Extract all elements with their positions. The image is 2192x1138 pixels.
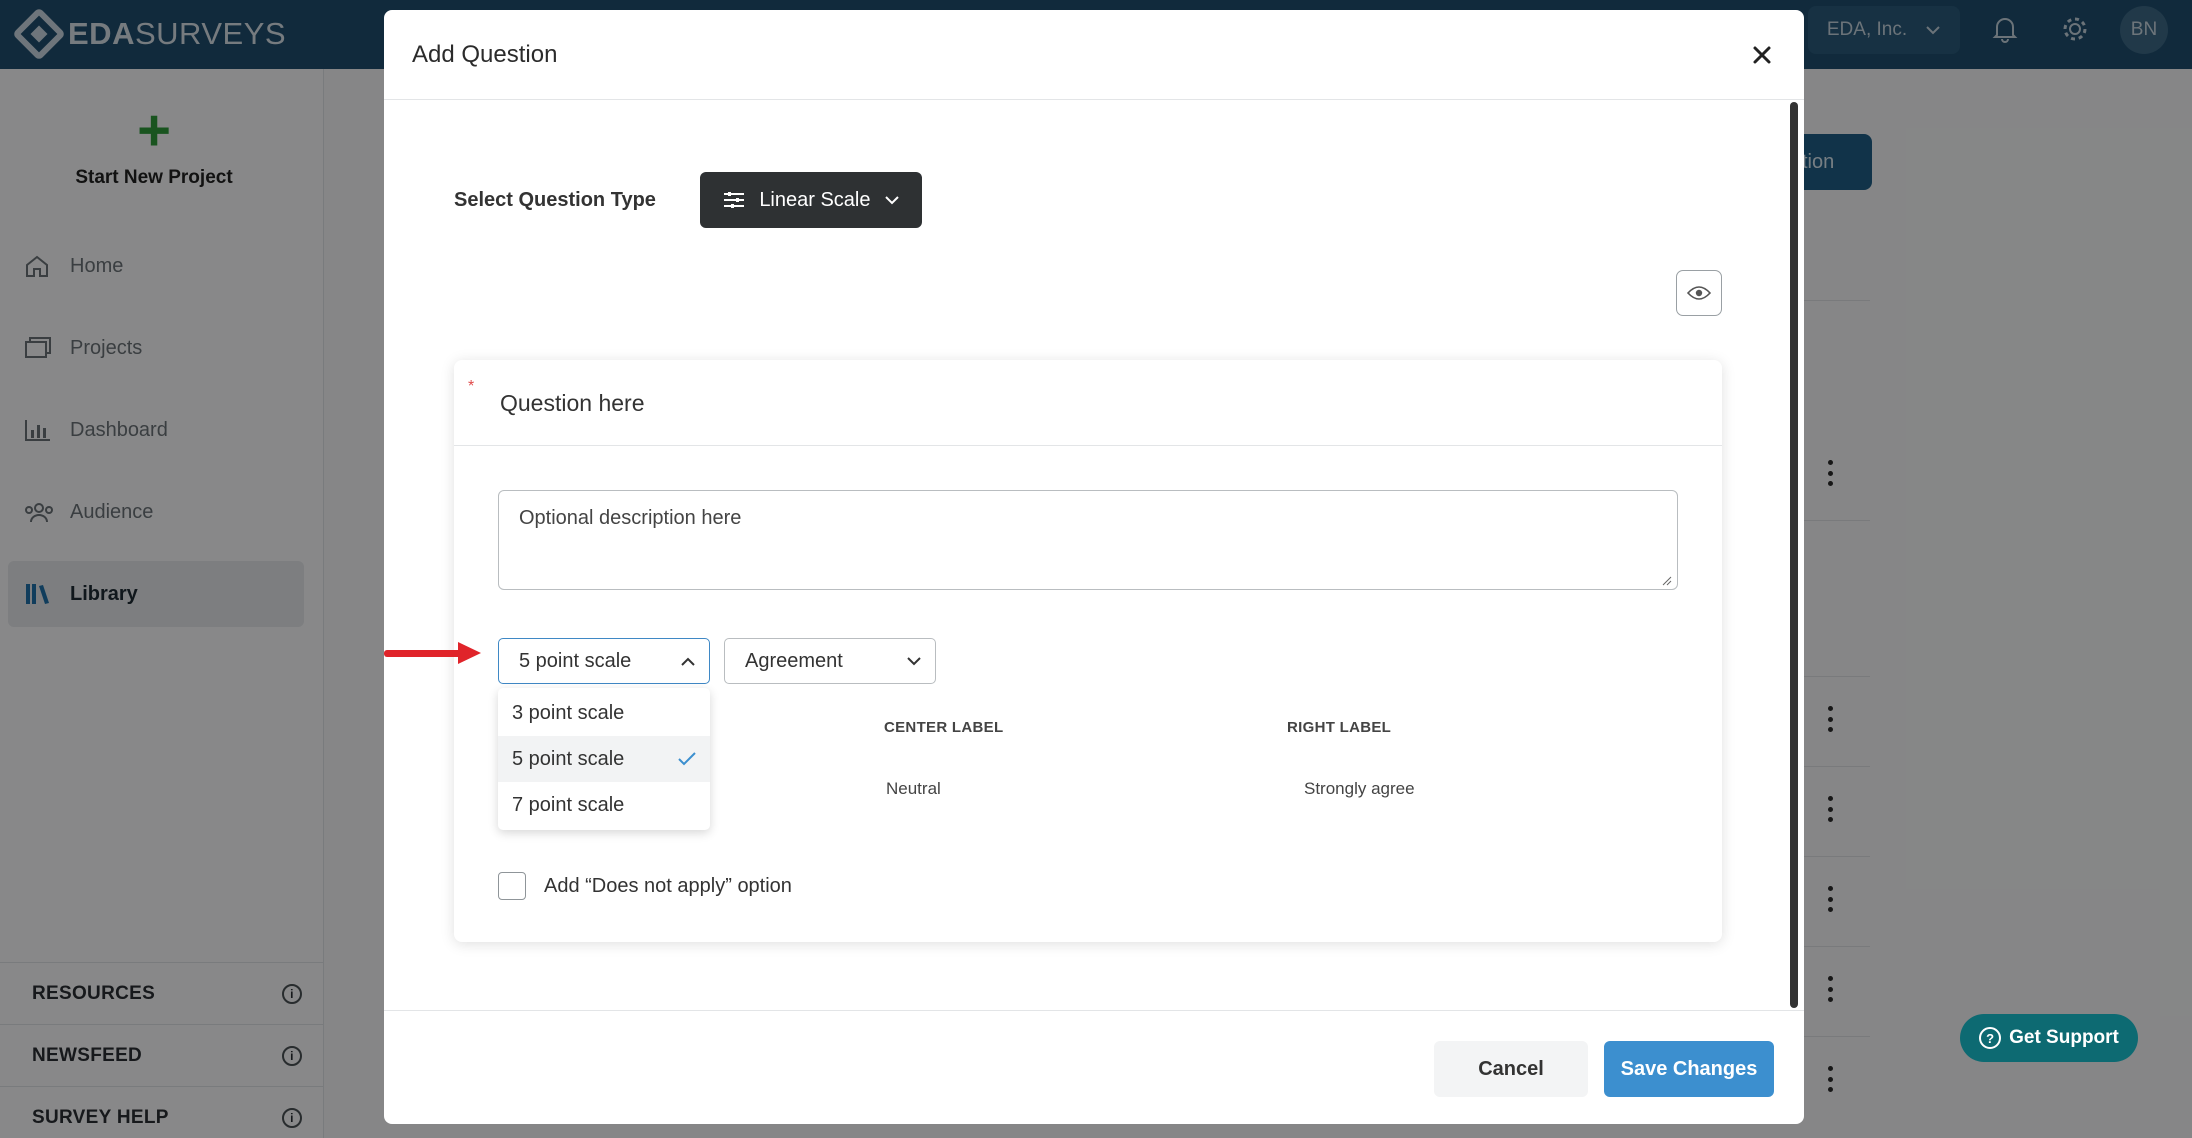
- modal-header: Add Question: [384, 10, 1804, 100]
- option-label: 7 point scale: [512, 793, 625, 816]
- does-not-apply-label: Add “Does not apply” option: [544, 874, 792, 897]
- cancel-button[interactable]: Cancel: [1434, 1041, 1588, 1097]
- sliders-icon: [724, 192, 745, 208]
- modal-footer: Cancel Save Changes: [384, 1010, 1804, 1124]
- question-type-label: Select Question Type: [454, 188, 656, 211]
- scale-size-select[interactable]: 5 point scale: [498, 638, 710, 684]
- right-label-header: RIGHT LABEL: [1287, 719, 1392, 736]
- modal-scrollbar[interactable]: [1790, 102, 1798, 1008]
- get-support-label: Get Support: [2009, 1027, 2119, 1048]
- required-marker: *: [468, 378, 475, 395]
- modal-title: Add Question: [412, 40, 558, 68]
- scale-option-7[interactable]: 7 point scale: [498, 782, 710, 828]
- question-divider: [454, 445, 1722, 446]
- center-label-value[interactable]: Neutral: [886, 779, 941, 799]
- question-title-input[interactable]: Question here: [500, 390, 644, 417]
- question-type-row: Select Question Type Linear Scale: [454, 172, 922, 228]
- description-textarea[interactable]: Optional description here: [498, 490, 1678, 590]
- check-icon: [678, 752, 696, 766]
- question-type-select[interactable]: Linear Scale: [699, 172, 922, 228]
- label-set-select[interactable]: Agreement: [724, 638, 936, 684]
- option-label: 3 point scale: [512, 701, 625, 724]
- center-label-header: CENTER LABEL: [884, 719, 1004, 736]
- resize-grip-icon[interactable]: [1662, 576, 1672, 586]
- preview-button[interactable]: [1676, 270, 1722, 316]
- question-card: * Question here Optional description her…: [454, 360, 1722, 942]
- help-icon: ?: [1979, 1027, 2002, 1049]
- chevron-down-icon: [907, 656, 921, 665]
- question-type-value: Linear Scale: [759, 188, 871, 211]
- does-not-apply-checkbox[interactable]: [498, 872, 526, 900]
- save-changes-button[interactable]: Save Changes: [1604, 1041, 1774, 1097]
- eye-icon: [1687, 286, 1711, 300]
- close-icon[interactable]: [1746, 39, 1778, 71]
- scale-option-3[interactable]: 3 point scale: [498, 690, 710, 736]
- add-question-modal: Add Question Select Question Type Linear…: [384, 10, 1804, 1124]
- get-support-button[interactable]: ? Get Support: [1960, 1014, 2138, 1062]
- label-set-value: Agreement: [745, 649, 843, 672]
- scale-size-value: 5 point scale: [519, 649, 632, 672]
- annotation-arrow-icon: [384, 642, 481, 664]
- scale-size-dropdown: 3 point scale 5 point scale 7 point scal…: [498, 688, 710, 830]
- chevron-down-icon: [884, 195, 899, 204]
- right-label-value[interactable]: Strongly agree: [1304, 779, 1415, 799]
- option-label: 5 point scale: [512, 747, 625, 770]
- chevron-up-icon: [681, 657, 695, 666]
- scale-option-5[interactable]: 5 point scale: [498, 736, 710, 782]
- does-not-apply-row: Add “Does not apply” option: [498, 872, 792, 900]
